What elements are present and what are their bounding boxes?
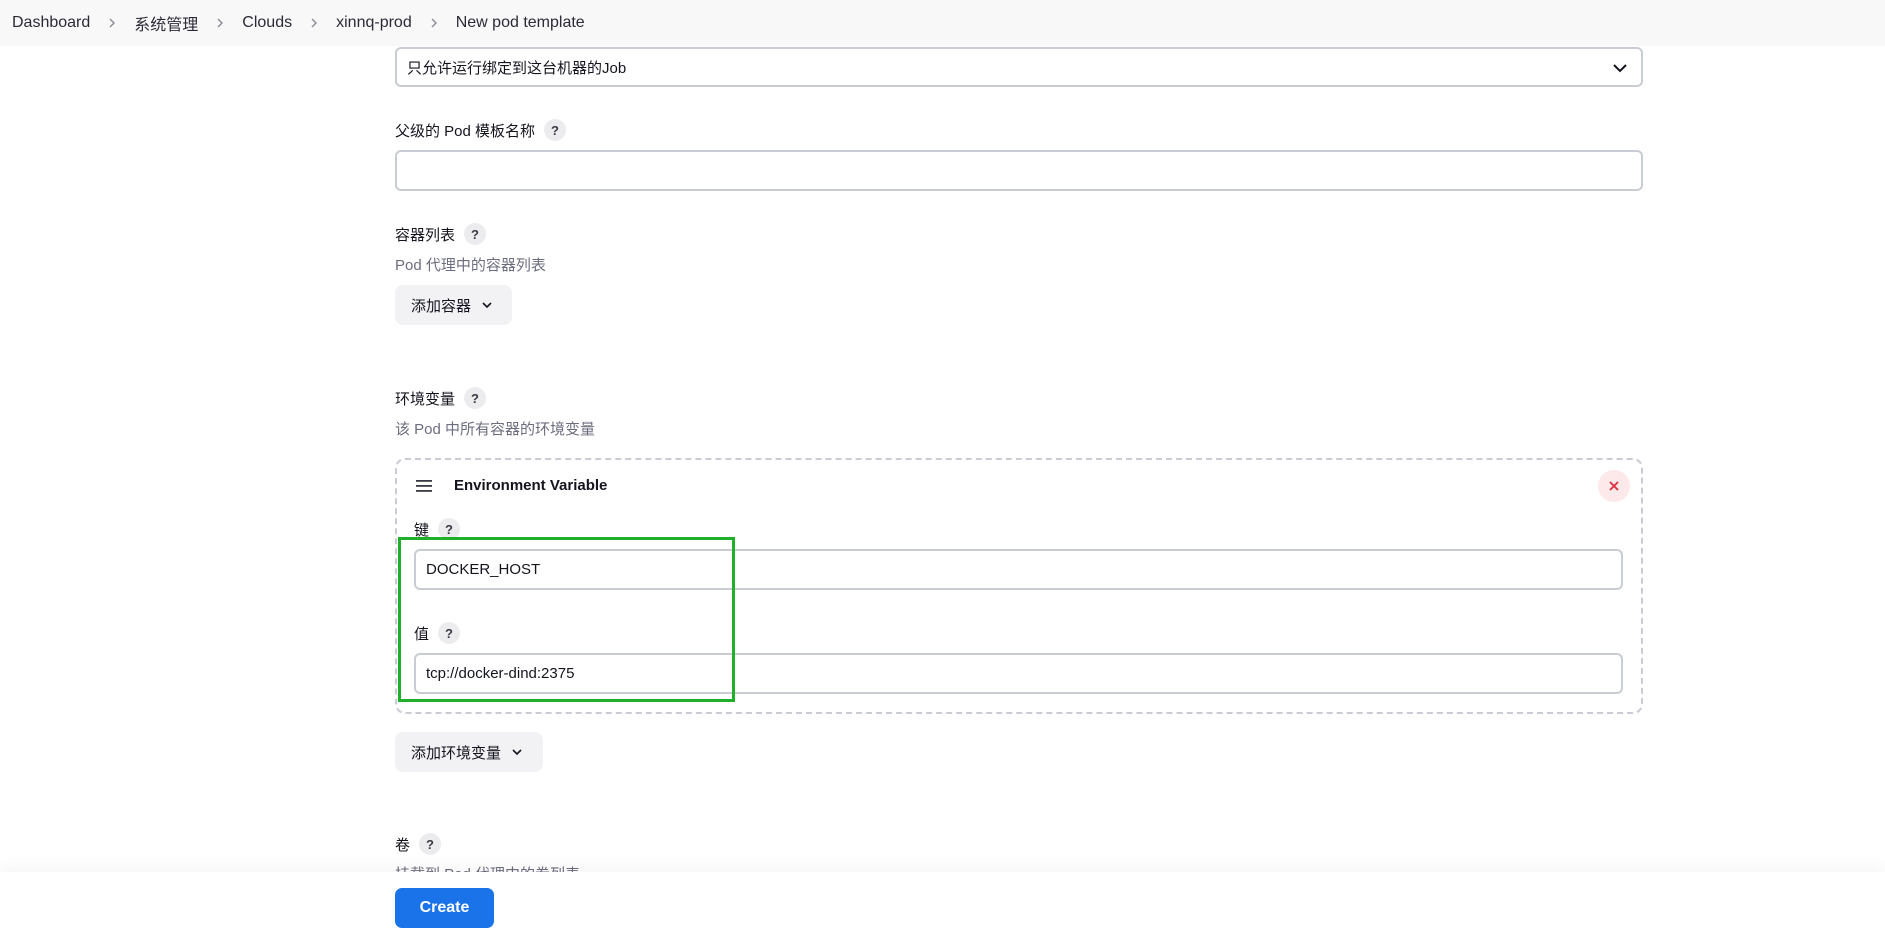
drag-handle-icon[interactable]: [414, 478, 434, 494]
add-container-button[interactable]: 添加容器: [395, 285, 512, 325]
breadcrumb-dashboard[interactable]: Dashboard: [10, 14, 92, 32]
breadcrumb: Dashboard 系统管理 Clouds xinnq-prod New pod…: [0, 0, 1885, 46]
env-key-label-row: 键 ?: [414, 517, 461, 541]
help-icon[interactable]: ?: [419, 833, 442, 855]
volumes-label: 卷: [395, 836, 411, 854]
breadcrumb-current-page[interactable]: New pod template: [454, 14, 587, 32]
containers-description: Pod 代理中的容器列表: [395, 257, 546, 274]
env-key-label: 键: [414, 521, 430, 539]
env-value-label-row: 值 ?: [414, 621, 461, 645]
usage-select-value: 只允许运行绑定到这台机器的Job: [407, 59, 627, 77]
chevron-down-icon: [512, 749, 522, 756]
close-icon: [1609, 481, 1619, 491]
usage-select[interactable]: 只允许运行绑定到这台机器的Job: [395, 47, 1643, 87]
chevron-down-icon: [1613, 64, 1627, 73]
env-value-value: tcp://docker-dind:2375: [426, 665, 575, 682]
env-key-value: DOCKER_HOST: [426, 561, 541, 578]
env-value-input[interactable]: tcp://docker-dind:2375: [414, 653, 1623, 694]
breadcrumb-cloud-name[interactable]: xinnq-prod: [334, 14, 414, 32]
env-vars-description: 该 Pod 中所有容器的环境变量: [395, 421, 596, 438]
env-value-label: 值: [414, 625, 430, 643]
add-container-label: 添加容器: [411, 297, 472, 315]
containers-label-row: 容器列表 ?: [395, 222, 487, 246]
page: Dashboard 系统管理 Clouds xinnq-prod New pod…: [0, 0, 1885, 933]
parent-template-label: 父级的 Pod 模板名称: [395, 122, 536, 140]
env-vars-label-row: 环境变量 ?: [395, 386, 487, 410]
help-icon[interactable]: ?: [464, 223, 487, 245]
help-icon[interactable]: ?: [438, 622, 461, 644]
chevron-down-icon: [482, 302, 492, 309]
env-vars-label: 环境变量: [395, 390, 456, 408]
help-icon[interactable]: ?: [464, 387, 487, 409]
chevron-right-icon: [294, 13, 334, 33]
env-key-input[interactable]: DOCKER_HOST: [414, 549, 1623, 590]
parent-template-input[interactable]: [395, 150, 1643, 191]
volumes-label-row: 卷 ?: [395, 832, 442, 856]
add-env-var-label: 添加环境变量: [411, 744, 502, 762]
create-button[interactable]: Create: [395, 888, 494, 928]
bottom-action-bar: [0, 872, 1885, 933]
chevron-right-icon: [92, 13, 132, 33]
chevron-right-icon: [414, 13, 454, 33]
help-icon[interactable]: ?: [544, 119, 567, 141]
chevron-right-icon: [200, 13, 240, 33]
breadcrumb-system-manage[interactable]: 系统管理: [132, 11, 200, 35]
breadcrumb-clouds[interactable]: Clouds: [240, 14, 294, 32]
delete-env-var-button[interactable]: [1598, 470, 1630, 502]
parent-template-label-row: 父级的 Pod 模板名称 ?: [395, 118, 567, 142]
add-env-var-button[interactable]: 添加环境变量: [395, 732, 543, 772]
help-icon[interactable]: ?: [438, 518, 461, 540]
containers-label: 容器列表: [395, 226, 456, 244]
env-var-item-title: Environment Variable: [454, 477, 608, 494]
